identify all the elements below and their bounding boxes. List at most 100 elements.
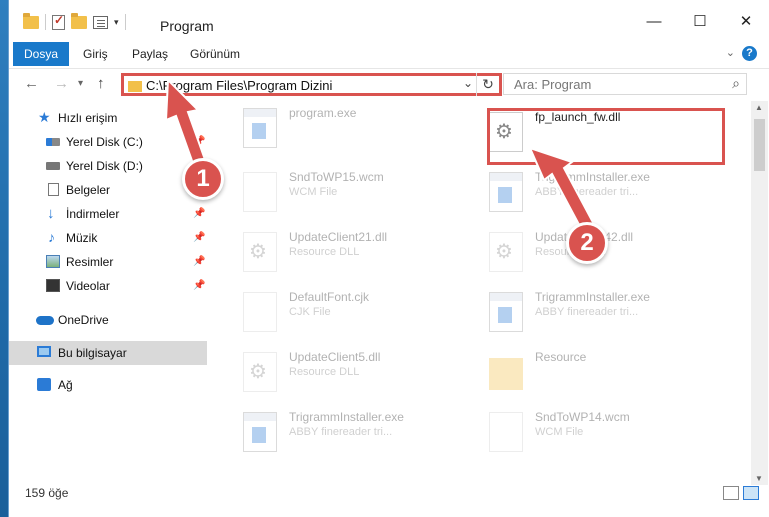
file-name: UpdateClient5.dll — [289, 350, 381, 364]
sidebar-item-documents[interactable]: Belgeler — [9, 178, 207, 202]
close-icon[interactable]: ✕ — [723, 8, 769, 34]
sidebar-item-label: Yerel Disk (C:) — [66, 135, 143, 149]
window-title: Program — [160, 18, 214, 34]
file-item[interactable]: TrigrammInstaller.exe ABBY finereader tr… — [489, 284, 719, 340]
up-icon[interactable]: ↑ — [97, 75, 105, 92]
search-placeholder: Ara: Program — [514, 77, 592, 92]
file-item[interactable]: UpdateClient5.dll Resource DLL — [243, 344, 473, 400]
drive-icon — [46, 162, 60, 170]
tab-view[interactable]: Görünüm — [190, 42, 240, 66]
toolbar-divider — [45, 14, 46, 30]
pin-icon[interactable]: 📌 — [193, 250, 205, 274]
details-view-icon[interactable] — [723, 486, 739, 500]
scroll-thumb[interactable] — [754, 119, 765, 171]
folder-icon — [128, 81, 142, 92]
file-icon — [489, 412, 523, 452]
minimize-icon[interactable]: — — [631, 8, 677, 34]
toolbar-divider — [124, 14, 126, 30]
file-item[interactable]: SndToWP15.wcm WCM File — [243, 164, 473, 220]
file-item[interactable]: TrigrammInstaller.exe ABBY finereader tr… — [243, 404, 473, 460]
tab-home[interactable]: Giriş — [83, 42, 108, 66]
file-item[interactable]: program.exe — [243, 100, 473, 156]
star-icon: ★ — [38, 109, 51, 125]
computer-icon — [37, 346, 51, 357]
sidebar-item-label: Videolar — [66, 279, 110, 293]
pin-icon[interactable]: 📌 — [193, 130, 205, 154]
file-name: Resource — [535, 350, 587, 364]
file-name: SndToWP14.wcm — [535, 410, 630, 424]
file-item[interactable]: SndToWP14.wcm WCM File — [489, 404, 719, 460]
sidebar-item-label: Ağ — [58, 378, 73, 392]
file-icon — [243, 292, 277, 332]
highlight-box — [487, 108, 725, 165]
item-count: 159 öğe — [25, 486, 69, 500]
file-item[interactable]: DefaultFont.cjk CJK File — [243, 284, 473, 340]
back-icon[interactable]: ← — [24, 75, 39, 92]
sidebar-item-label: Belgeler — [66, 183, 111, 197]
help-icon[interactable]: ? — [742, 46, 757, 61]
gear-icon — [243, 232, 277, 272]
file-item[interactable]: UpdateClient21.dll Resource DLL — [243, 224, 473, 280]
sidebar-item-label: Bu bilgisayar — [58, 346, 127, 360]
file-name: DefaultFont.cjk — [289, 290, 370, 304]
navigation-pane: ★ Hızlı erişim Yerel Disk (C:) 📌 Yerel D… — [9, 106, 207, 471]
sidebar-item-pictures[interactable]: Resimler 📌 — [9, 250, 207, 274]
view-switcher — [723, 486, 759, 500]
maximize-icon[interactable]: ☐ — [677, 8, 723, 34]
music-icon: ♪ — [48, 229, 55, 245]
properties-icon[interactable] — [93, 15, 108, 29]
sidebar-item-local-disk-c[interactable]: Yerel Disk (C:) 📌 — [9, 130, 207, 154]
file-name: TrigrammInstaller.exe — [289, 410, 404, 424]
file-name: program.exe — [289, 106, 357, 120]
sidebar-item-downloads[interactable]: ↓ İndirmeler 📌 — [9, 202, 207, 226]
gear-icon — [243, 352, 277, 392]
sidebar-item-onedrive[interactable]: OneDrive — [9, 308, 207, 332]
file-type: ABBY finereader tri... — [535, 306, 639, 318]
callout-badge-2: 2 — [566, 222, 608, 264]
pin-icon[interactable]: 📌 — [193, 202, 205, 226]
file-item[interactable]: Resource — [489, 344, 719, 400]
scroll-down-icon[interactable]: ▼ — [755, 474, 763, 483]
search-icon[interactable]: ⌕ — [732, 75, 740, 92]
document-icon — [48, 183, 59, 196]
file-type: Resource DLL — [289, 246, 360, 258]
pin-icon[interactable]: 📌 — [193, 274, 205, 298]
chevron-down-icon[interactable]: ▾ — [114, 17, 119, 28]
tab-file[interactable]: Dosya — [13, 42, 69, 66]
vertical-scrollbar[interactable]: ▲ ▼ — [751, 101, 768, 485]
sidebar-item-videos[interactable]: Videolar 📌 — [9, 274, 207, 298]
search-input[interactable]: Ara: Program ⌕ — [503, 73, 747, 95]
sidebar-item-quick-access[interactable]: ★ Hızlı erişim — [9, 106, 207, 130]
file-type: CJK File — [289, 306, 331, 318]
file-icon — [243, 172, 277, 212]
drive-icon — [46, 138, 60, 146]
folder-icon[interactable] — [23, 12, 39, 29]
chevron-down-icon[interactable]: ⌄ — [463, 76, 473, 90]
file-item[interactable]: TrigrammInstaller.exe ABBY finereader tr… — [489, 164, 719, 220]
sidebar-item-music[interactable]: ♪ Müzik 📌 — [9, 226, 207, 250]
new-folder-icon[interactable] — [71, 12, 87, 29]
quick-access-toolbar: ▾ — [23, 12, 126, 30]
sidebar-item-local-disk-d[interactable]: Yerel Disk (D:) — [9, 154, 207, 178]
file-type: WCM File — [535, 426, 584, 438]
tab-share[interactable]: Paylaş — [132, 42, 168, 66]
file-type: ABBY finereader tri... — [535, 186, 639, 198]
sidebar-item-label: Yerel Disk (D:) — [66, 159, 143, 173]
checkbox-icon[interactable] — [52, 13, 65, 30]
address-path[interactable]: C:\Program Files\Program Dizini — [146, 78, 332, 93]
callout-badge-1: 1 — [182, 158, 224, 200]
large-icons-view-icon[interactable] — [743, 486, 759, 500]
file-type: ABBY finereader tri... — [289, 426, 393, 438]
sidebar-item-this-pc[interactable]: Bu bilgisayar — [9, 341, 207, 365]
chevron-down-icon[interactable]: ⌄ — [726, 46, 735, 59]
refresh-icon[interactable]: ↻ — [476, 73, 499, 96]
recent-dropdown-icon[interactable]: ▾ — [78, 78, 83, 89]
sidebar-item-network[interactable]: Ağ — [9, 373, 207, 397]
address-bar[interactable]: C:\Program Files\Program Dizini ⌄ ↻ — [121, 73, 502, 96]
pin-icon[interactable]: 📌 — [193, 226, 205, 250]
download-icon: ↓ — [47, 205, 55, 222]
network-icon — [37, 378, 51, 391]
scroll-up-icon[interactable]: ▲ — [755, 103, 763, 112]
forward-icon[interactable]: → — [54, 75, 69, 92]
exe-file-icon — [489, 292, 523, 332]
